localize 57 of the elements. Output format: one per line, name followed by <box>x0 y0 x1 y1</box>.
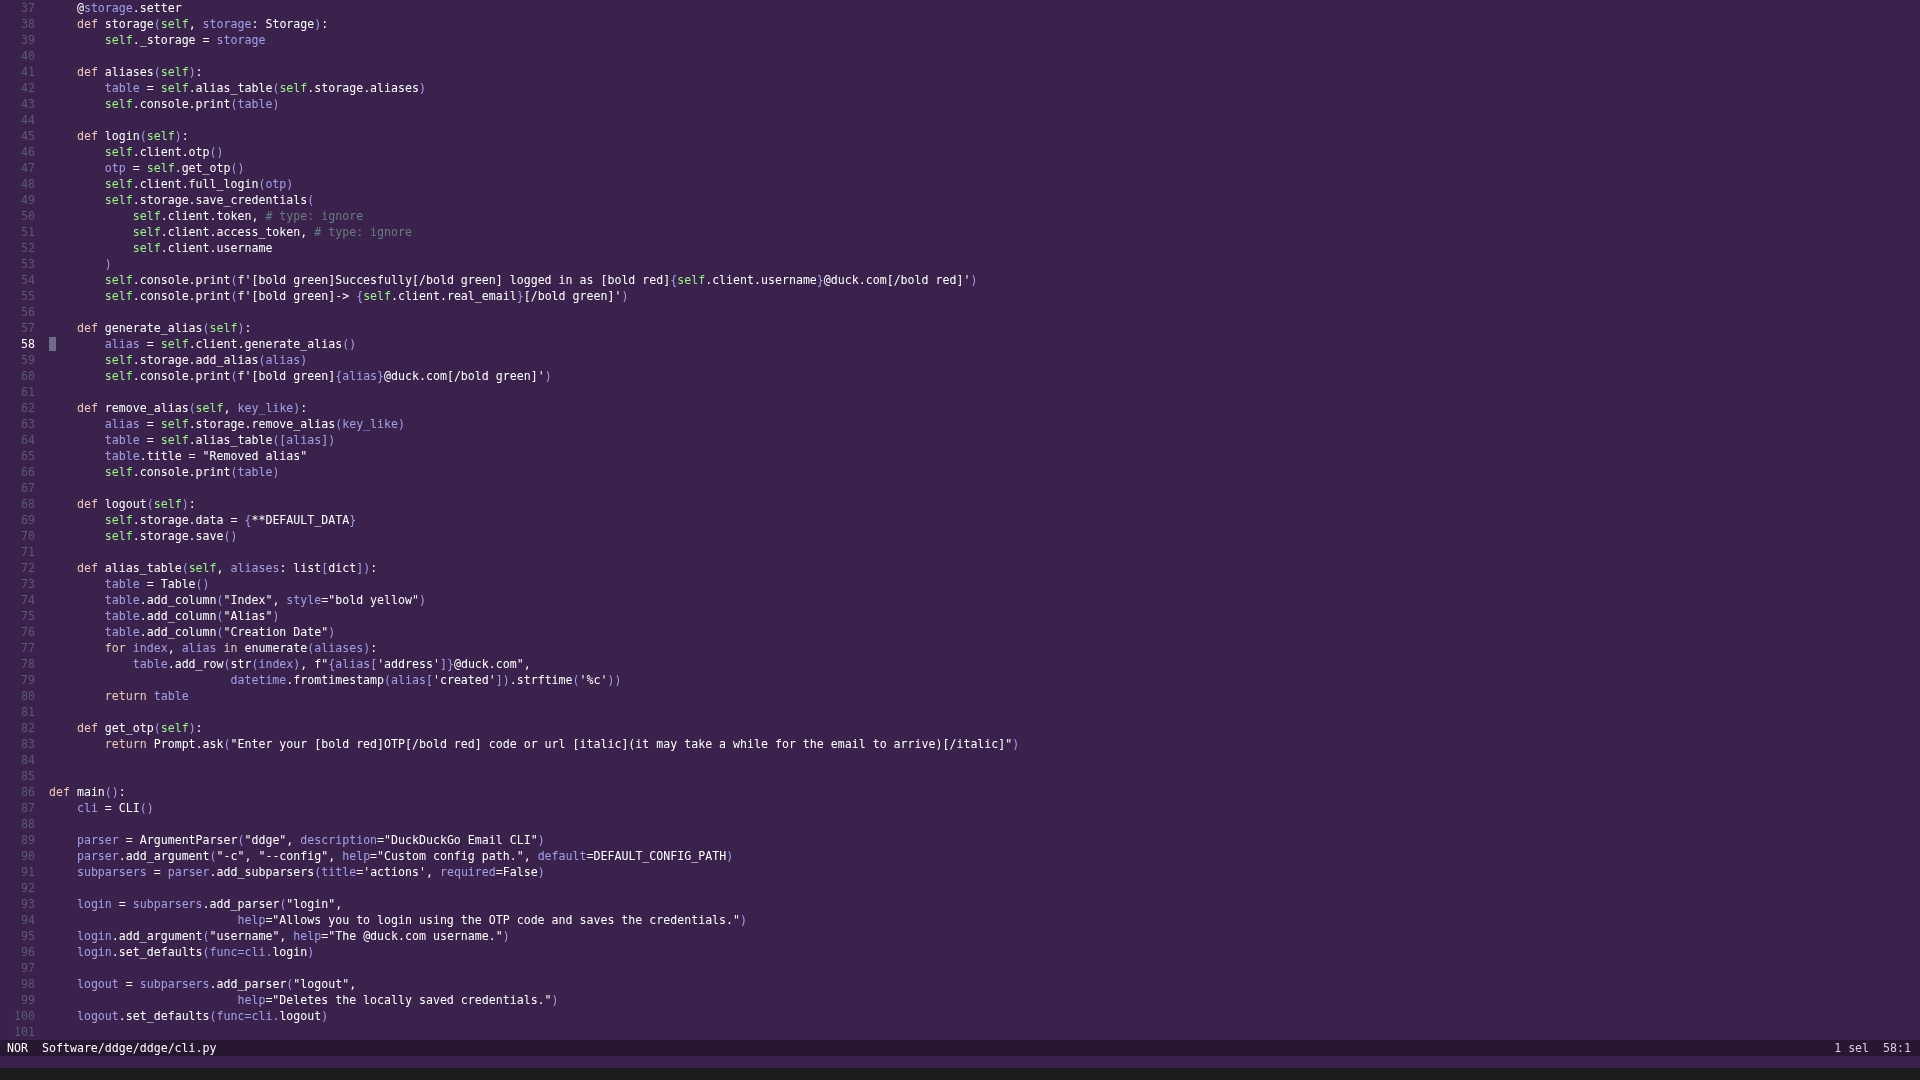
code-line: self.client.token, # type: ignore <box>131 209 364 223</box>
code-line: self.storage.add_alias(alias) <box>103 353 308 367</box>
code-line: login.add_argument("username", help="The @duck.com username.") <box>75 929 510 943</box>
code-line: login = subparsers.add_parser("login", <box>75 897 343 911</box>
file-path: Software/ddge/ddge/cli.py <box>42 1040 217 1056</box>
code-line: table = self.alias_table([alias]) <box>103 433 336 447</box>
code-line: cli = CLI() <box>75 801 154 815</box>
code-line: self.storage.data = {**DEFAULT_DATA} <box>103 513 357 527</box>
code-line: def logout(self): <box>75 497 196 511</box>
code-line: self.storage.save_credentials( <box>103 193 315 207</box>
code-line: return Prompt.ask("Enter your [bold red]OTP[/bold red] code or url [italic](it may take a while for the email to arrive)[/italic]") <box>103 737 1020 751</box>
code-line: self.console.print(f'[bold green]{alias}@duck.com[/bold green]') <box>103 369 552 383</box>
code-line: help="Deletes the locally saved credentials.") <box>236 993 559 1007</box>
code-line: alias = self.storage.remove_alias(key_like) <box>103 417 406 431</box>
code-line: subparsers = parser.add_subparsers(title='actions', required=False) <box>75 865 545 879</box>
cursor-position: 58:1 <box>1883 1040 1911 1056</box>
code-line: self.console.print(f'[bold green]-> {self.client.real_email}[/bold green]') <box>103 289 629 303</box>
code-line: self.client.username <box>131 241 273 255</box>
code-line: @storage.setter <box>75 1 182 15</box>
code-line: for index, alias in enumerate(aliases): <box>103 641 378 655</box>
code-line: table = self.alias_table(self.storage.aliases) <box>103 81 426 95</box>
code-line: table.add_column("Index", style="bold yellow") <box>103 593 426 607</box>
code-line: return table <box>103 689 189 703</box>
code-line: def get_otp(self): <box>75 721 203 735</box>
code-line: logout.set_defaults(func=cli.logout) <box>75 1009 329 1023</box>
code-line: def aliases(self): <box>75 65 203 79</box>
code-line: table = Table() <box>103 577 210 591</box>
selection-count: 1 sel <box>1834 1040 1870 1056</box>
code-line: self.storage.save() <box>103 529 238 543</box>
code-line: table.add_row(str(index), f"{alias['address']}@duck.com", <box>131 657 531 671</box>
code-line: self.console.print(f'[bold green]Succesfully[/bold green] logged in as [bold red]{self.client.username}@duck.com[/bold red]') <box>103 273 978 287</box>
code-line: self._storage = storage <box>103 33 266 47</box>
code-line: def login(self): <box>75 129 189 143</box>
code-line: otp = self.get_otp() <box>103 161 245 175</box>
code-line: self.client.otp() <box>103 145 224 159</box>
code-line: login.set_defaults(func=cli.login) <box>75 945 315 959</box>
code-line: def generate_alias(self): <box>75 321 252 335</box>
mode-indicator: NOR <box>6 1040 29 1056</box>
code-line: def main(): <box>49 785 126 799</box>
code-line: logout = subparsers.add_parser("logout", <box>75 977 357 991</box>
code-line: help="Allows you to login using the OTP code and saves the credentials.") <box>236 913 748 927</box>
code-line: table.title = "Removed alias" <box>103 449 308 463</box>
code-line: def storage(self, storage: Storage): <box>75 17 329 31</box>
code-line: parser.add_argument("-c", "--config", help="Custom config path.", default=DEFAULT_CONFIG_PATH) <box>75 849 734 863</box>
code-line: alias = self.client.generate_alias() <box>103 337 357 351</box>
code-line: def alias_table(self, aliases: list[dict]): <box>75 561 378 575</box>
code-line: self.client.access_token, # type: ignore <box>131 225 412 239</box>
code-line: def remove_alias(self, key_like): <box>75 401 308 415</box>
code-line: parser = ArgumentParser("ddge", description="DuckDuckGo Email CLI") <box>75 833 545 847</box>
code-line: table.add_column("Creation Date") <box>103 625 336 639</box>
code-line: ) <box>103 257 112 271</box>
code-line: self.console.print(table) <box>103 97 280 111</box>
code-line: self.client.full_login(otp) <box>103 177 294 191</box>
line-number: 58 <box>20 336 35 352</box>
code-line: table.add_column("Alias") <box>103 609 280 623</box>
code-line: datetime.fromtimestamp(alias['created']).strftime('%c')) <box>229 673 622 687</box>
code-line: self.console.print(table) <box>103 465 280 479</box>
